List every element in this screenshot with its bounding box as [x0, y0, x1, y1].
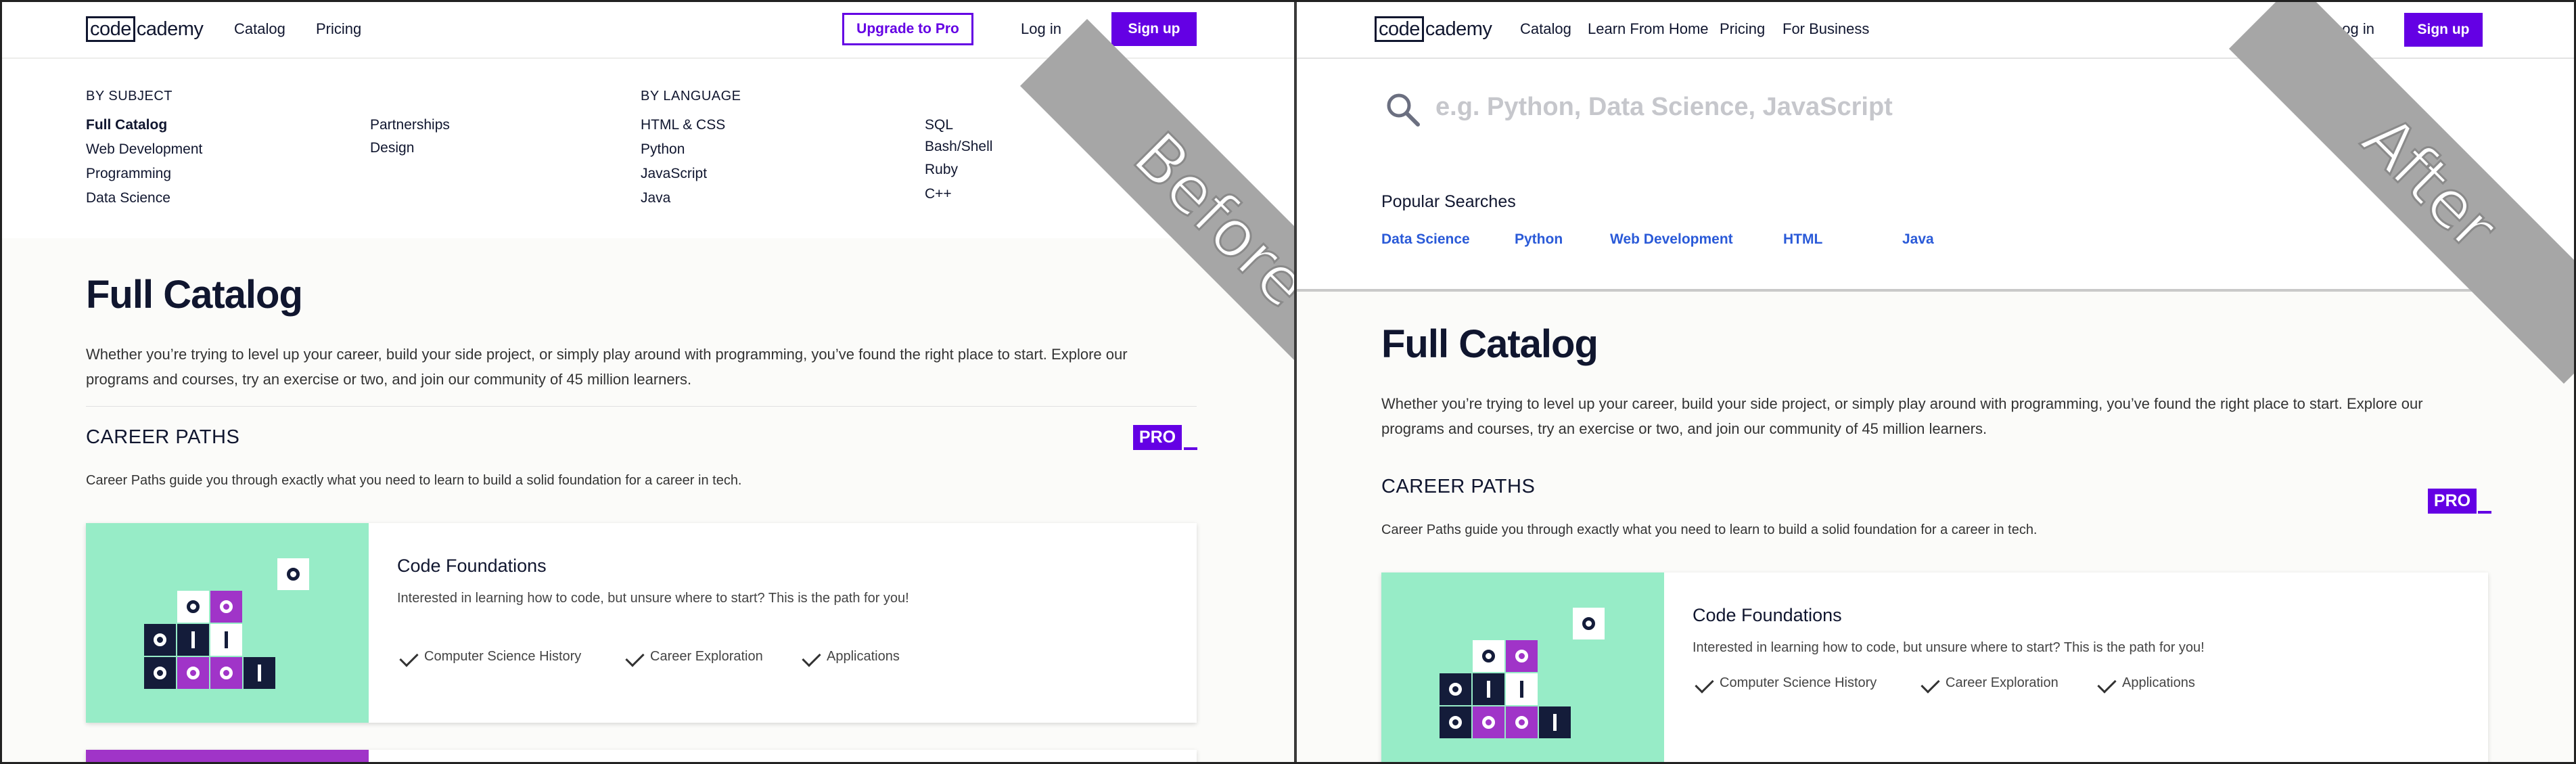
block-purple-ring — [1506, 706, 1538, 738]
menu-item-data-science[interactable]: Data Science — [86, 190, 170, 206]
menu-item-programming[interactable]: Programming — [86, 166, 171, 182]
nav-catalog[interactable]: Catalog — [234, 20, 285, 38]
intro-line-2: programs and courses, try an exercise or… — [1381, 420, 1987, 437]
pro-badge: PRO — [1133, 425, 1182, 450]
code-foundations-illustration — [86, 523, 369, 723]
career-paths-desc: Career Paths guide you through exactly w… — [1381, 522, 2038, 537]
popular-link-data-science[interactable]: Data Science — [1381, 231, 1470, 248]
code-foundations-card[interactable]: Code Foundations Interested in learning … — [1381, 572, 2488, 764]
block-purple-ring — [210, 657, 242, 689]
search-input[interactable]: e.g. Python, Data Science, JavaScript — [1435, 93, 1893, 122]
menu-item-cpp[interactable]: C++ — [925, 186, 952, 202]
login-link[interactable]: Log in — [1021, 20, 1061, 38]
menu-item-python[interactable]: Python — [641, 141, 685, 158]
before-panel: code cademy Catalog Pricing Upgrade to Pr… — [0, 0, 1294, 764]
by-language-heading: BY LANGUAGE — [641, 89, 741, 104]
card-description: Interested in learning how to code, but … — [1693, 640, 2205, 655]
block-dark-bar — [177, 624, 209, 656]
check-icon — [802, 648, 821, 667]
nav-catalog[interactable]: Catalog — [1520, 20, 1571, 38]
menu-item-full-catalog[interactable]: Full Catalog — [86, 117, 167, 133]
block-dark-bar — [244, 657, 275, 689]
check-icon — [399, 648, 419, 667]
codecademy-logo[interactable]: code cademy — [1375, 16, 1492, 42]
upgrade-to-pro-button[interactable]: Upgrade to Pro — [842, 13, 973, 45]
search-icon — [1387, 93, 1420, 127]
card-description: Interested in learning how to code, but … — [397, 591, 909, 606]
code-foundations-illustration — [1381, 572, 1664, 764]
block-purple-ring — [177, 657, 209, 689]
codecademy-logo[interactable]: code cademy — [86, 16, 204, 42]
block-dark-bar — [1473, 673, 1504, 705]
block-white-ring — [277, 558, 309, 590]
top-nav: code cademy Catalog Learn From Home Prici… — [1297, 0, 2576, 59]
menu-item-javascript[interactable]: JavaScript — [641, 166, 707, 182]
intro-line-1: Whether you’re trying to level up your c… — [1381, 395, 2423, 412]
popular-link-java[interactable]: Java — [1902, 231, 1934, 248]
nav-pricing[interactable]: Pricing — [316, 20, 361, 38]
card-feature: Applications — [2122, 675, 2195, 690]
menu-item-bash-shell[interactable]: Bash/Shell — [925, 139, 992, 155]
check-icon — [625, 648, 645, 667]
popular-link-html[interactable]: HTML — [1783, 231, 1822, 248]
intro-line-1: Whether you’re trying to level up your c… — [86, 346, 1128, 363]
menu-item-partnerships[interactable]: Partnerships — [370, 117, 450, 133]
nav-for-business[interactable]: For Business — [1782, 20, 1869, 38]
menu-item-design[interactable]: Design — [370, 140, 414, 156]
menu-item-html-css[interactable]: HTML & CSS — [641, 117, 725, 133]
block-dark-ring — [144, 624, 176, 656]
pro-badge-cursor — [2478, 511, 2491, 514]
page-title: Full Catalog — [1381, 322, 1598, 366]
nav-learn-from-home[interactable]: Learn From Home — [1588, 20, 1709, 38]
card-title[interactable]: Code Foundations — [397, 556, 547, 577]
block-dark-ring — [1440, 673, 1471, 705]
check-icon — [1695, 674, 1714, 694]
menu-item-java[interactable]: Java — [641, 190, 670, 206]
popular-searches-title: Popular Searches — [1381, 192, 1516, 211]
card-feature: Computer Science History — [424, 649, 582, 664]
check-icon — [1920, 674, 1940, 694]
menu-item-sql[interactable]: SQL — [925, 117, 953, 133]
block-white-ring — [1573, 608, 1605, 639]
catalog-intro: Whether you’re trying to level up your c… — [86, 342, 1202, 392]
intro-line-2: programs and courses, try an exercise or… — [86, 371, 692, 388]
page-title: Full Catalog — [86, 273, 303, 317]
card-feature: Career Exploration — [1946, 675, 2058, 690]
catalog-intro: Whether you’re trying to level up your c… — [1381, 391, 2498, 441]
block-dark-ring — [1440, 706, 1471, 738]
block-purple-ring — [1473, 706, 1504, 738]
pro-badge-cursor — [1184, 447, 1197, 450]
block-white-bar — [1506, 673, 1538, 705]
block-dark-ring — [144, 657, 176, 689]
section-divider — [86, 406, 1197, 407]
block-dark-bar — [1539, 706, 1571, 738]
popular-link-python[interactable]: Python — [1515, 231, 1563, 248]
career-paths-title: CAREER PATHS — [1381, 476, 1536, 497]
menu-item-web-development[interactable]: Web Development — [86, 141, 202, 158]
signup-button[interactable]: Sign up — [1111, 12, 1197, 46]
panel-divider — [1294, 0, 1297, 764]
block-white-ring — [1473, 640, 1504, 672]
by-subject-heading: BY SUBJECT — [86, 89, 172, 104]
card-title[interactable]: Code Foundations — [1693, 605, 1842, 626]
card-feature: Applications — [827, 649, 900, 664]
block-purple-ring — [210, 591, 242, 623]
card-feature: Computer Science History — [1720, 675, 1877, 690]
popular-link-web-development[interactable]: Web Development — [1610, 231, 1733, 248]
menu-item-ruby[interactable]: Ruby — [925, 162, 958, 178]
block-white-bar — [210, 624, 242, 656]
check-icon — [2097, 674, 2117, 694]
card-feature: Career Exploration — [650, 649, 763, 664]
pro-badge: PRO — [2428, 489, 2477, 514]
block-white-ring — [177, 591, 209, 623]
nav-pricing[interactable]: Pricing — [1720, 20, 1765, 38]
career-paths-desc: Career Paths guide you through exactly w… — [86, 473, 742, 488]
after-panel: code cademy Catalog Learn From Home Prici… — [1297, 0, 2576, 764]
block-purple-ring — [1506, 640, 1538, 672]
frame-border — [0, 0, 2, 764]
career-paths-title: CAREER PATHS — [86, 426, 240, 448]
frame-border — [0, 0, 2576, 2]
signup-button[interactable]: Sign up — [2404, 13, 2483, 47]
code-foundations-card[interactable]: Code Foundations Interested in learning … — [86, 523, 1197, 723]
